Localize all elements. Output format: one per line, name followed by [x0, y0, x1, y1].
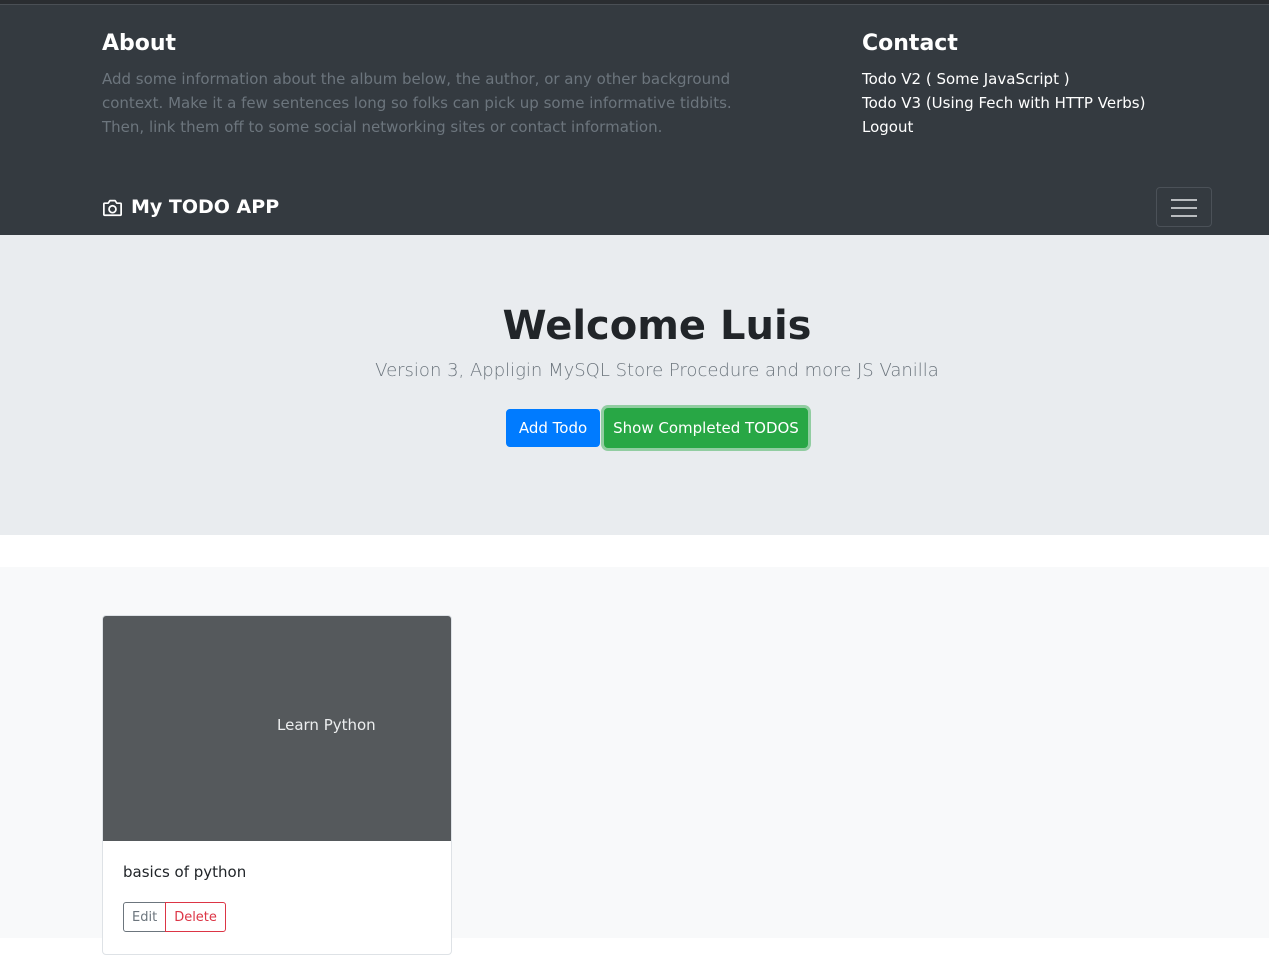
navbar-toggler-button[interactable]: [1156, 187, 1212, 227]
camera-icon: [103, 199, 122, 216]
edit-button[interactable]: Edit: [123, 902, 167, 932]
welcome-subtitle: Version 3, Appligin MySQL Store Procedur…: [375, 360, 939, 381]
link-logout[interactable]: Logout: [862, 115, 1145, 139]
navbar: My TODO APP: [0, 167, 1269, 235]
contact-links: Todo V2 ( Some JavaScript ) Todo V3 (Usi…: [862, 67, 1145, 139]
about-text: Add some information about the album bel…: [102, 70, 732, 136]
todo-card-description: basics of python: [123, 863, 247, 881]
link-todo-v2[interactable]: Todo V2 ( Some JavaScript ): [862, 67, 1145, 91]
todo-card-thumbnail-text: Learn Python: [277, 716, 376, 734]
todo-card: Learn Python basics of python Edit Delet…: [102, 615, 452, 955]
hamburger-menu-icon: [1171, 199, 1197, 217]
welcome-heading: Welcome Luis: [502, 303, 812, 349]
todo-card-actions: Edit Delete: [123, 902, 226, 932]
add-todo-button[interactable]: Add Todo: [506, 409, 600, 447]
about-heading: About: [102, 31, 177, 56]
link-todo-v3[interactable]: Todo V3 (Using Fech with HTTP Verbs): [862, 91, 1145, 115]
jumbotron: Welcome Luis Version 3, Appligin MySQL S…: [0, 235, 1269, 535]
navbar-brand[interactable]: My TODO APP: [102, 195, 279, 219]
contact-heading: Contact: [862, 31, 958, 56]
todo-album: Learn Python basics of python Edit Delet…: [0, 567, 1269, 955]
brand-title: My TODO APP: [131, 196, 280, 218]
delete-button[interactable]: Delete: [165, 902, 226, 932]
todo-card-thumbnail: Learn Python: [103, 616, 451, 841]
show-completed-todos-button[interactable]: Show Completed TODOS: [604, 408, 808, 448]
header-collapse-panel: About Add some information about the alb…: [0, 5, 1269, 167]
